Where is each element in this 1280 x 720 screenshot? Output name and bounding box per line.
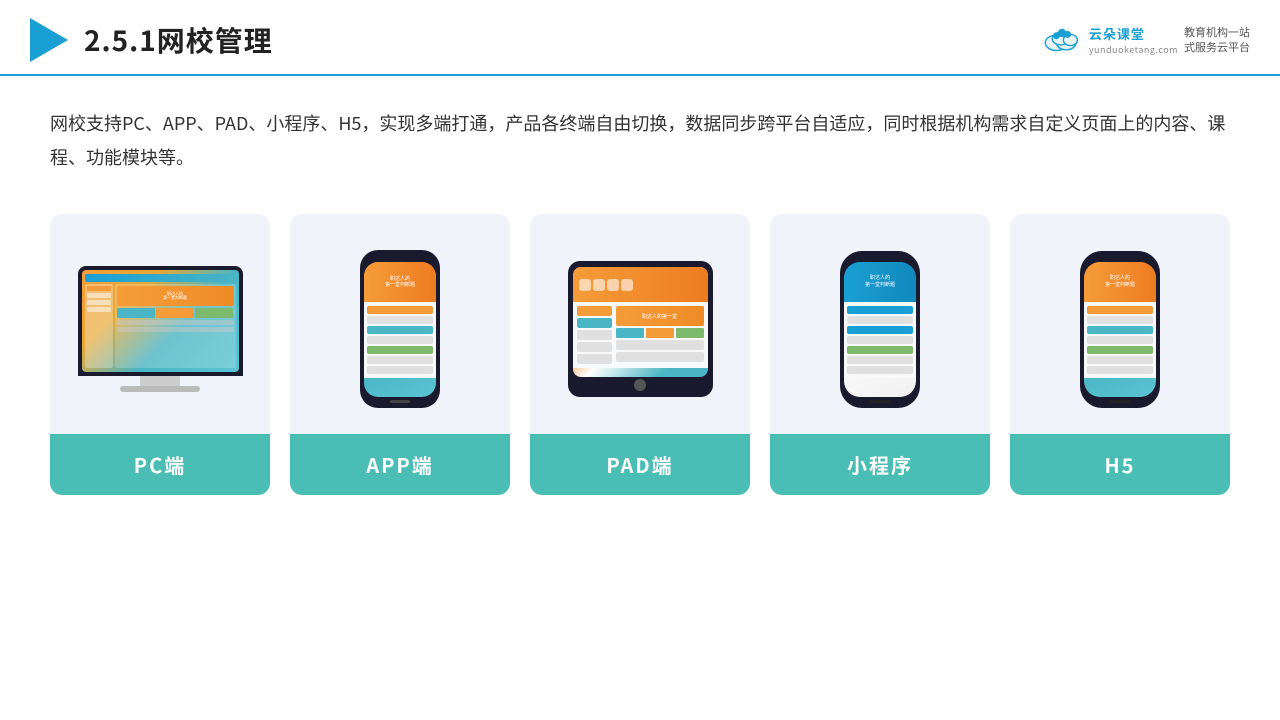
description-text: 网校支持PC、APP、PAD、小程序、H5，实现多端打通，产品各终端自由切换，数… (50, 106, 1230, 174)
miniprogram-label: 小程序 (770, 434, 990, 495)
pad-label: PAD端 (530, 434, 750, 495)
pad-image-area: 职达人的第一堂 (530, 214, 750, 434)
pc-mockup: 职达人的第一堂判断题 (78, 266, 243, 392)
miniprogram-image-area: 职达人的第一堂判断题 (770, 214, 990, 434)
h5-label: H5 (1010, 434, 1230, 495)
brand-tagline: 教育机构一站式服务云平台 (1184, 25, 1250, 56)
pc-image-area: 职达人的第一堂判断题 (50, 214, 270, 434)
brand-info: 云朵课堂 yunduoketang.com (1089, 24, 1178, 56)
app-card: 职达人的第一堂判断题 (290, 214, 510, 495)
miniprogram-card: 职达人的第一堂判断题 (770, 214, 990, 495)
brand-url: yunduoketang.com (1089, 43, 1178, 56)
page-header: 2.5.1网校管理 云朵课堂 yunduoketang.com 教育机构一站式服… (0, 0, 1280, 76)
app-phone-mockup: 职达人的第一堂判断题 (360, 250, 440, 408)
play-icon (30, 18, 68, 62)
pc-card: 职达人的第一堂判断题 (50, 214, 270, 495)
app-image-area: 职达人的第一堂判断题 (290, 214, 510, 434)
app-label: APP端 (290, 434, 510, 495)
platform-cards: 职达人的第一堂判断题 (50, 214, 1230, 495)
h5-image-area: 职达人的第一堂判断题 (1010, 214, 1230, 434)
page-title: 2.5.1网校管理 (84, 20, 273, 60)
section-number: 2.5.1 (84, 20, 157, 60)
main-content: 网校支持PC、APP、PAD、小程序、H5，实现多端打通，产品各终端自由切换，数… (0, 76, 1280, 515)
brand-logo: 云朵课堂 yunduoketang.com 教育机构一站式服务云平台 (1041, 24, 1250, 56)
pad-card: 职达人的第一堂 (530, 214, 750, 495)
pc-label: PC端 (50, 434, 270, 495)
tablet-mockup: 职达人的第一堂 (568, 261, 713, 397)
cloud-logo-icon (1041, 25, 1083, 55)
header-left: 2.5.1网校管理 (30, 18, 273, 62)
h5-phone-mockup: 职达人的第一堂判断题 (1080, 251, 1160, 408)
title-text: 网校管理 (157, 20, 273, 60)
miniprogram-phone-mockup: 职达人的第一堂判断题 (840, 251, 920, 408)
brand-name: 云朵课堂 (1089, 24, 1145, 43)
h5-card: 职达人的第一堂判断题 (1010, 214, 1230, 495)
